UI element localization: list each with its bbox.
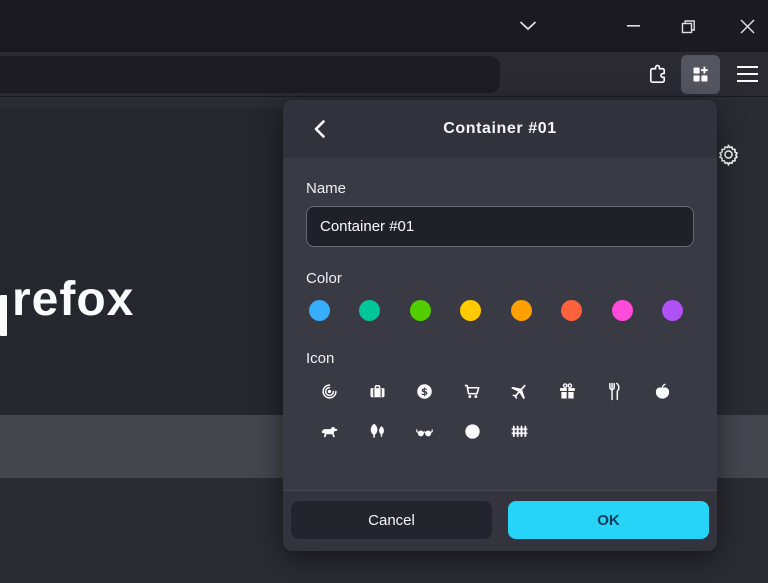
color-swatch-blue[interactable]	[309, 300, 330, 321]
icon-option-tree[interactable]	[354, 416, 402, 447]
color-label: Color	[306, 270, 342, 287]
icon-option-briefcase[interactable]	[354, 376, 402, 407]
icon-option-dollar[interactable]: $	[401, 376, 449, 407]
icon-option-fruit[interactable]	[639, 376, 687, 407]
cancel-button[interactable]: Cancel	[291, 501, 492, 539]
close-window-button[interactable]	[724, 0, 768, 52]
firefox-wordmark: refox	[12, 273, 135, 326]
name-label: Name	[306, 180, 347, 197]
url-bar[interactable]	[0, 56, 500, 93]
navigation-toolbar	[0, 52, 768, 97]
popup-title: Container #01	[443, 120, 557, 137]
color-swatch-yellow[interactable]	[460, 300, 482, 321]
color-swatch-orange[interactable]	[510, 300, 532, 321]
icon-grid: $	[306, 376, 686, 447]
menu-hamburger-icon[interactable]	[727, 52, 768, 97]
icon-option-fingerprint[interactable]	[306, 376, 354, 407]
color-swatch-pink[interactable]	[611, 300, 633, 321]
wordmark-letter-fragment	[0, 295, 7, 336]
icon-option-food[interactable]	[591, 376, 639, 407]
containers-grid-icon	[693, 66, 708, 82]
restore-window-button[interactable]	[665, 0, 711, 52]
window-titlebar	[0, 0, 768, 52]
icon-option-fence[interactable]	[496, 416, 544, 447]
color-swatch-turquoise[interactable]	[359, 300, 381, 321]
popup-footer: Cancel OK	[283, 490, 717, 551]
gear-icon[interactable]	[716, 142, 741, 167]
containers-extension-button[interactable]	[681, 55, 720, 94]
popup-body: Name Color Icon $	[283, 158, 717, 490]
list-tabs-chevron-icon[interactable]	[505, 0, 551, 52]
back-chevron-icon[interactable]	[297, 100, 341, 158]
popup-header: Container #01	[283, 100, 717, 158]
icon-label: Icon	[306, 350, 335, 367]
container-edit-popup: Container #01 Name Color Icon $ Cancel O…	[283, 100, 717, 551]
icon-option-vacation[interactable]	[496, 376, 544, 407]
svg-text:$: $	[421, 387, 428, 398]
color-swatches	[309, 300, 683, 321]
icon-option-cart[interactable]	[449, 376, 497, 407]
icon-option-pet[interactable]	[306, 416, 354, 447]
color-swatch-green[interactable]	[409, 300, 431, 321]
container-name-input[interactable]	[306, 206, 694, 247]
icon-option-circle[interactable]	[449, 416, 497, 447]
color-swatch-red[interactable]	[561, 300, 583, 321]
ok-button[interactable]: OK	[508, 501, 709, 539]
icon-option-gift[interactable]	[544, 376, 592, 407]
extensions-puzzle-icon[interactable]	[638, 52, 676, 97]
minimize-button[interactable]	[610, 0, 656, 52]
icon-option-chill[interactable]	[401, 416, 449, 447]
color-swatch-purple[interactable]	[661, 300, 683, 321]
